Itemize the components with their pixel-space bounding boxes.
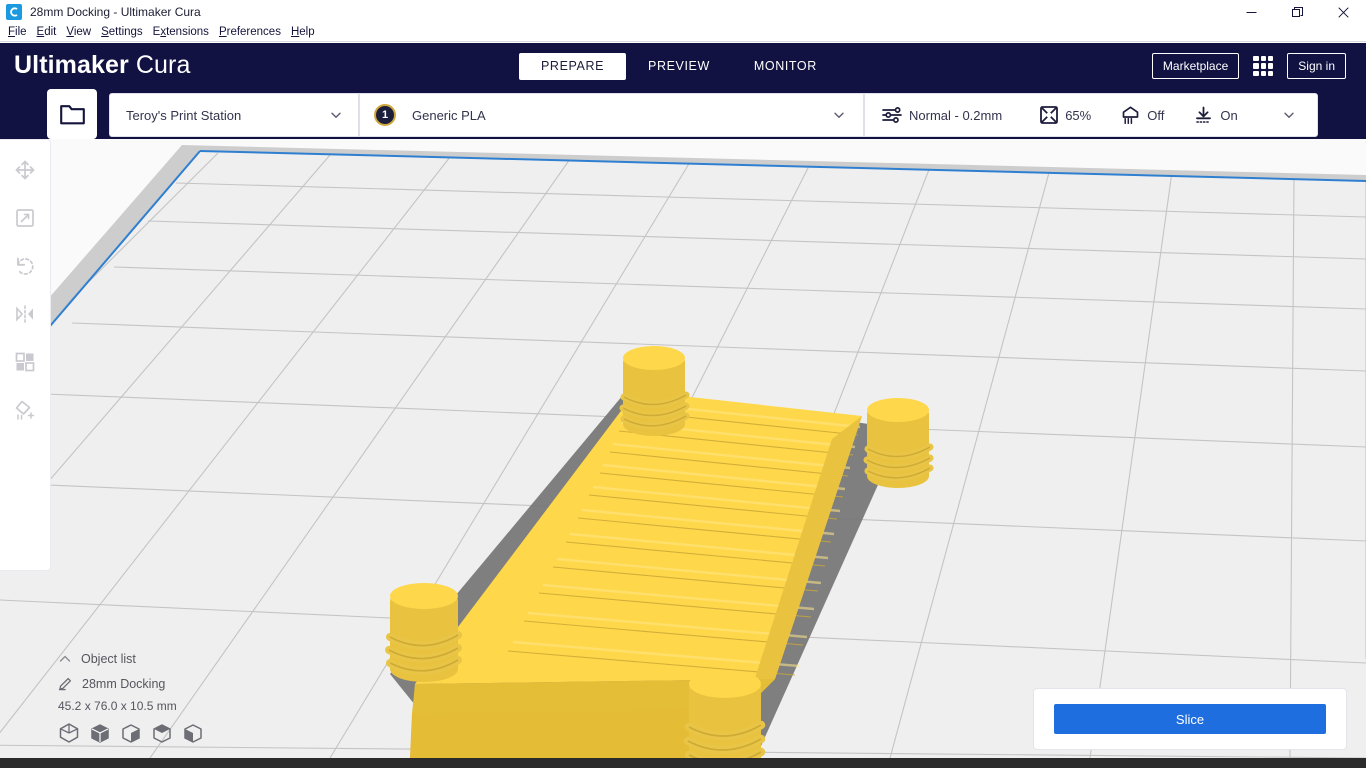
infill-value: 65%	[1065, 107, 1092, 123]
object-name: 28mm Docking	[82, 676, 166, 691]
view-mode-front[interactable]	[182, 722, 204, 744]
infill-icon	[1040, 106, 1059, 124]
grid-apps-icon[interactable]	[1253, 56, 1274, 76]
profile-setting[interactable]: Normal - 0.2mm	[882, 107, 1002, 123]
object-list-item[interactable]: 28mm Docking	[58, 671, 338, 696]
piling-back-left	[619, 346, 690, 436]
infill-setting[interactable]: 65%	[1040, 106, 1091, 124]
folder-open-icon	[59, 104, 85, 124]
support-setting[interactable]: Off	[1121, 105, 1165, 125]
adhesion-setting[interactable]: On	[1194, 106, 1238, 125]
menu-settings[interactable]: Settings	[96, 24, 148, 41]
object-list-header[interactable]: Object list	[58, 646, 338, 671]
chevron-up-icon	[59, 655, 71, 662]
scale-tool[interactable]	[6, 200, 44, 235]
pencil-edit-icon	[58, 677, 72, 691]
menu-edit[interactable]: Edit	[32, 24, 62, 41]
mirror-tool[interactable]	[6, 296, 44, 331]
minimize-icon	[1246, 11, 1256, 13]
profile-value: Normal - 0.2mm	[909, 107, 1003, 123]
support-blocker-icon	[15, 400, 35, 420]
tab-monitor[interactable]: MONITOR	[732, 53, 839, 80]
print-profile-sliders-icon	[882, 107, 902, 123]
adhesion-value: On	[1220, 107, 1238, 123]
cura-window: 28mm Docking - Ultimaker Cura File Edit …	[0, 0, 1366, 768]
model-tools-strip	[0, 139, 51, 571]
close-icon	[1337, 6, 1349, 18]
window-title: 28mm Docking - Ultimaker Cura	[30, 5, 201, 19]
marketplace-button[interactable]: Marketplace	[1151, 53, 1240, 79]
slice-button[interactable]: Slice	[1054, 704, 1326, 734]
machine-selector[interactable]: Teroy's Print Station	[109, 93, 358, 137]
move-tool[interactable]	[6, 152, 44, 187]
scale-icon	[16, 208, 34, 227]
tab-prepare[interactable]: PREPARE	[519, 53, 627, 80]
window-controls	[1228, 0, 1366, 24]
rotate-tool[interactable]	[6, 248, 44, 283]
object-list-panel: Object list 28mm Docking 45.2 x 76.0 x 1…	[58, 646, 338, 744]
chevron-down-icon	[834, 112, 844, 118]
support-icon	[1122, 105, 1139, 124]
app-logo: Ultimaker Cura	[14, 51, 190, 80]
support-value: Off	[1147, 107, 1165, 123]
menu-extensions[interactable]: Extensions	[148, 24, 214, 41]
bottom-status-bar	[0, 758, 1366, 768]
view-mode-buttons	[58, 722, 338, 744]
object-dimensions: 45.2 x 76.0 x 10.5 mm	[58, 699, 177, 713]
move-arrows-icon	[15, 160, 35, 179]
support-blocker-tool[interactable]	[6, 392, 44, 427]
menu-view[interactable]: View	[61, 24, 96, 41]
config-toolbar: Teroy's Print Station 1 Generic PLA Norm…	[0, 89, 1366, 139]
material-selector[interactable]: 1 Generic PLA	[358, 93, 863, 137]
adhesion-icon	[1196, 106, 1212, 123]
piling-front-right	[683, 670, 766, 758]
view-mode-solid[interactable]	[58, 722, 80, 744]
menu-file[interactable]: File	[3, 24, 32, 41]
close-button[interactable]	[1320, 0, 1366, 24]
machine-name: Teroy's Print Station	[126, 107, 242, 123]
print-settings-selector[interactable]: Normal - 0.2mm 65% Off On	[863, 93, 1318, 137]
app-header: Ultimaker Cura PREPARE PREVIEW MONITOR M…	[0, 43, 1366, 91]
title-bar: 28mm Docking - Ultimaker Cura	[0, 0, 1366, 24]
open-file-button[interactable]	[47, 89, 97, 139]
view-mode-layers[interactable]	[120, 722, 142, 744]
minimize-button[interactable]	[1228, 0, 1274, 24]
extruder-badge: 1	[374, 104, 396, 126]
sign-in-button[interactable]: Sign in	[1287, 53, 1346, 79]
menu-preferences[interactable]: Preferences	[214, 24, 286, 41]
logo-light: Cura	[135, 51, 191, 79]
view-mode-top[interactable]	[151, 722, 173, 744]
material-name: Generic PLA	[412, 107, 486, 123]
cura-logo-icon	[6, 4, 22, 20]
tab-preview[interactable]: PREVIEW	[626, 53, 732, 80]
restore-icon	[1291, 6, 1303, 17]
piling-back-right	[863, 398, 934, 488]
chevron-down-icon	[331, 112, 341, 118]
rotate-icon	[17, 257, 34, 275]
main-tabs: PREPARE PREVIEW MONITOR	[519, 53, 839, 80]
chevron-down-icon	[1284, 112, 1294, 118]
slice-panel: Slice	[1033, 688, 1347, 750]
per-model-settings-tool[interactable]	[6, 344, 44, 379]
object-list-title: Object list	[81, 651, 136, 666]
menu-bar: File Edit View Settings Extensions Prefe…	[0, 24, 1366, 42]
view-mode-xray[interactable]	[89, 722, 111, 744]
logo-bold: Ultimaker	[14, 51, 129, 79]
restore-button[interactable]	[1274, 0, 1320, 24]
header-actions: Marketplace Sign in	[1151, 53, 1346, 79]
per-model-settings-icon	[15, 352, 35, 371]
piling-front-left	[385, 583, 462, 682]
menu-help[interactable]: Help	[286, 24, 320, 41]
mirror-icon	[16, 304, 33, 323]
